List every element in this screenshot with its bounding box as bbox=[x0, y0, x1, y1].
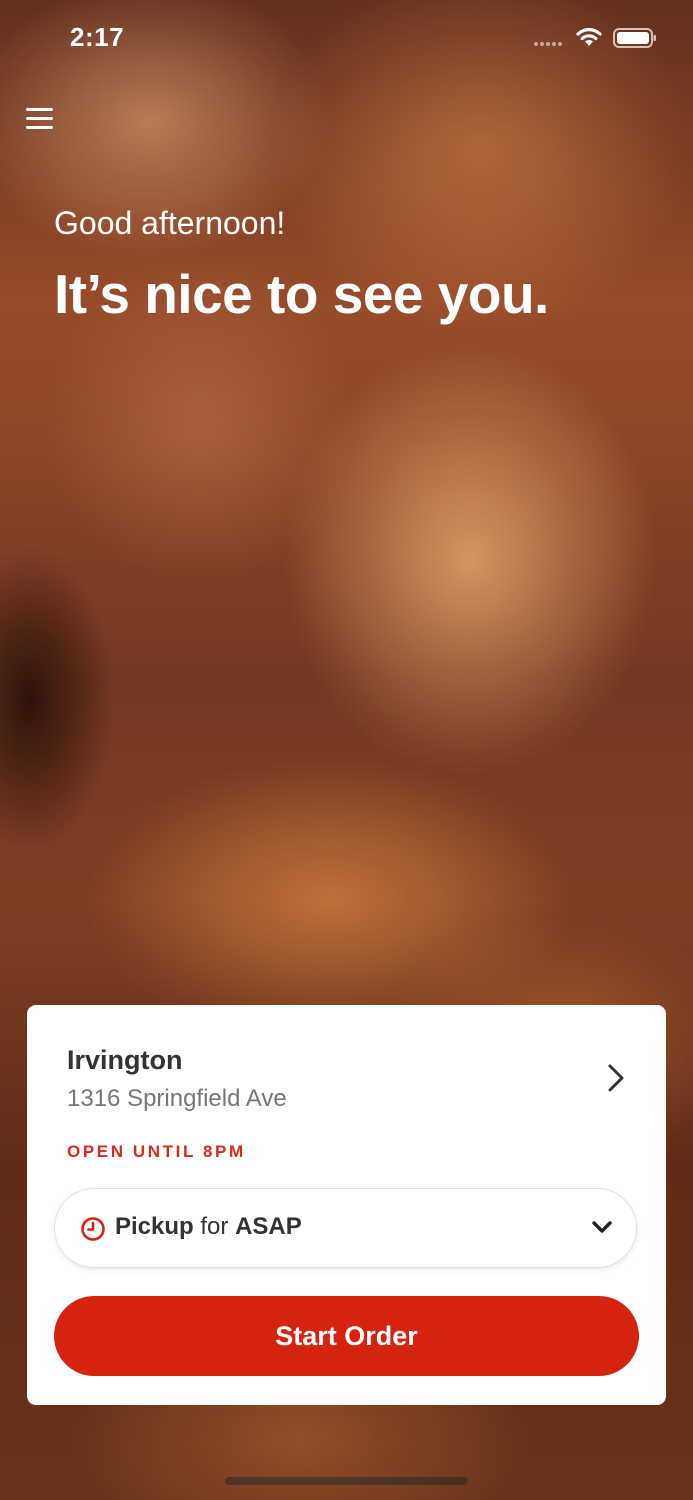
chevron-right-icon[interactable] bbox=[605, 1063, 627, 1093]
order-mode-label: Pickup for ASAP bbox=[115, 1213, 302, 1241]
battery-icon bbox=[613, 28, 656, 48]
wifi-icon bbox=[576, 28, 602, 46]
status-bar: 2:17 bbox=[0, 0, 693, 80]
order-mode-type: Pickup bbox=[115, 1213, 194, 1240]
order-mode-dropdown[interactable]: Pickup for ASAP bbox=[54, 1188, 637, 1268]
clock-icon bbox=[81, 1217, 105, 1241]
greeting-text: Good afternoon! bbox=[54, 205, 286, 241]
chevron-down-icon[interactable] bbox=[591, 1219, 613, 1237]
start-order-button[interactable]: Start Order bbox=[54, 1296, 639, 1376]
order-mode-connector: for bbox=[200, 1213, 229, 1240]
cellular-signal-icon bbox=[534, 42, 564, 48]
location-card: Irvington 1316 Springfield Ave OPEN UNTI… bbox=[27, 1005, 666, 1405]
location-address: 1316 Springfield Ave bbox=[67, 1085, 287, 1112]
status-time: 2:17 bbox=[70, 22, 125, 52]
hours-status-badge: OPEN UNTIL 8PM bbox=[67, 1142, 246, 1161]
location-name: Irvington bbox=[67, 1045, 183, 1075]
home-indicator bbox=[225, 1477, 468, 1485]
location-selector[interactable]: Irvington 1316 Springfield Ave bbox=[27, 1005, 666, 1135]
order-mode-time: ASAP bbox=[235, 1213, 302, 1240]
page-title: It’s nice to see you. bbox=[54, 263, 549, 325]
hamburger-menu-icon[interactable] bbox=[22, 100, 58, 136]
